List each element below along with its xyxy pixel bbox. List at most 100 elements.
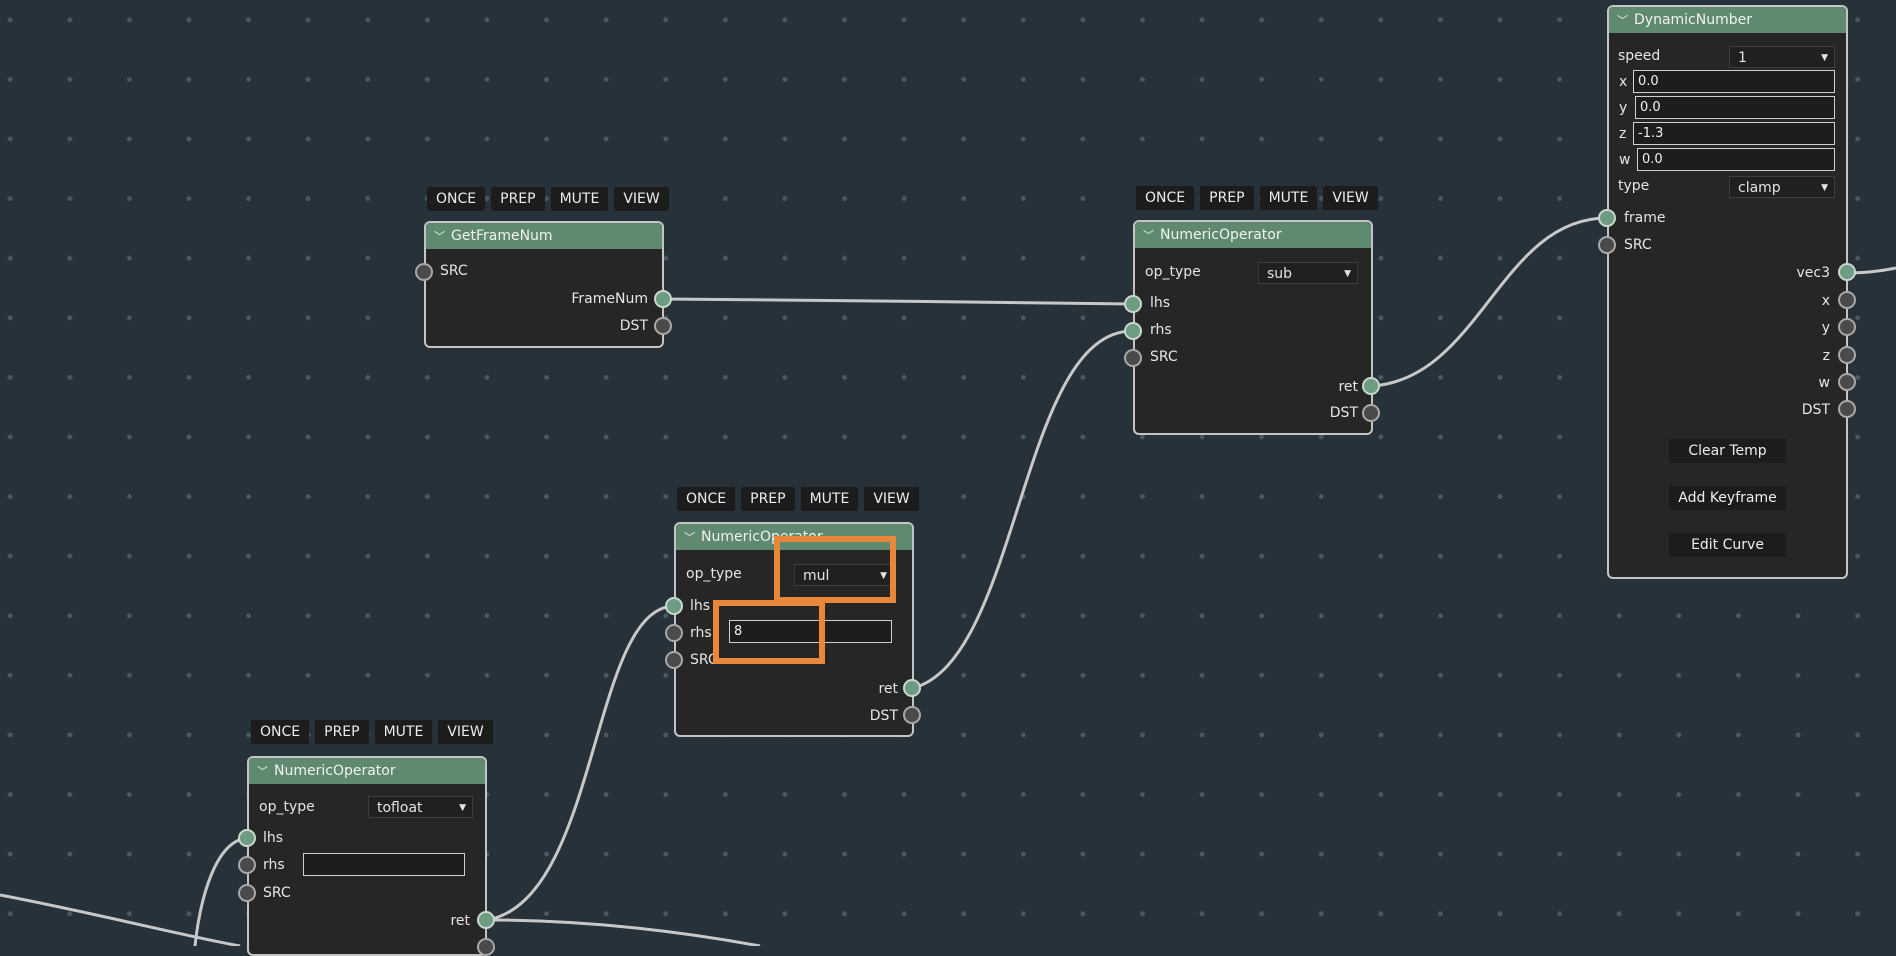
lhs-port[interactable] xyxy=(1124,295,1142,313)
mute-button[interactable]: MUTE xyxy=(1259,186,1318,210)
ret-port[interactable] xyxy=(1362,377,1380,395)
node-header[interactable]: ﹀ NumericOperator xyxy=(1135,222,1371,248)
wire-tofloat-ret-to-mul-lhs xyxy=(486,604,676,922)
src-port[interactable] xyxy=(665,651,683,669)
speed-value: 1 xyxy=(1738,50,1747,66)
lhs-label: lhs xyxy=(1150,295,1171,311)
chevron-down-icon[interactable]: ﹀ xyxy=(1617,8,1628,33)
once-button[interactable]: ONCE xyxy=(677,487,736,511)
prep-button[interactable]: PREP xyxy=(1200,186,1254,210)
clear-temp-button[interactable]: Clear Temp xyxy=(1669,439,1786,463)
once-button[interactable]: ONCE xyxy=(427,187,486,211)
op-type-select[interactable]: tofloat ▼ xyxy=(368,796,473,818)
sub-toolbar: ONCE PREP MUTE VIEW xyxy=(1136,186,1378,210)
speed-label: speed xyxy=(1618,48,1661,64)
dst-label: DST xyxy=(869,708,898,724)
lhs-label: lhs xyxy=(690,598,711,614)
y-input[interactable]: 0.0 xyxy=(1635,96,1835,119)
tofloat-toolbar: ONCE PREP MUTE VIEW xyxy=(251,720,493,744)
dst-port[interactable] xyxy=(477,938,495,956)
op-type-select[interactable]: sub ▼ xyxy=(1258,262,1358,284)
ret-port[interactable] xyxy=(477,911,495,929)
chevron-down-icon[interactable]: ﹀ xyxy=(434,224,445,249)
frame-port[interactable] xyxy=(1598,209,1616,227)
type-label: type xyxy=(1618,178,1650,194)
op-type-label: op_type xyxy=(1145,264,1201,280)
rhs-input[interactable] xyxy=(303,853,465,876)
prep-button[interactable]: PREP xyxy=(491,187,545,211)
y-out-port[interactable] xyxy=(1838,318,1856,336)
op-type-label: op_type xyxy=(259,799,315,815)
ret-port[interactable] xyxy=(903,679,921,697)
op-type-label: op_type xyxy=(686,566,742,582)
frame-label: frame xyxy=(1624,210,1666,226)
lhs-label: lhs xyxy=(263,830,284,846)
w-out-port[interactable] xyxy=(1838,373,1856,391)
view-button[interactable]: VIEW xyxy=(1323,186,1378,210)
y-label: y xyxy=(1619,100,1628,116)
lhs-port[interactable] xyxy=(665,597,683,615)
x-label: x xyxy=(1619,74,1628,90)
chevron-down-icon[interactable]: ﹀ xyxy=(1143,223,1154,248)
dst-port[interactable] xyxy=(903,706,921,724)
add-keyframe-button[interactable]: Add Keyframe xyxy=(1669,486,1786,510)
caret-down-icon: ▼ xyxy=(459,803,466,813)
y-out-label: y xyxy=(1821,320,1830,336)
rhs-label: rhs xyxy=(263,857,285,873)
chevron-down-icon[interactable]: ﹀ xyxy=(257,759,268,784)
once-button[interactable]: ONCE xyxy=(251,720,310,744)
wire-mul-ret-to-sub-rhs xyxy=(912,329,1134,690)
type-select[interactable]: clamp ▼ xyxy=(1729,176,1835,198)
src-port[interactable] xyxy=(415,263,433,281)
ret-label: ret xyxy=(450,913,470,929)
mute-button[interactable]: MUTE xyxy=(800,487,859,511)
src-port[interactable] xyxy=(1124,349,1142,367)
vec3-port[interactable] xyxy=(1838,263,1856,281)
dst-port[interactable] xyxy=(654,317,672,335)
op-type-value: tofloat xyxy=(377,800,423,816)
lhs-port[interactable] xyxy=(238,829,256,847)
prep-button[interactable]: PREP xyxy=(741,487,795,511)
prep-button[interactable]: PREP xyxy=(315,720,369,744)
caret-down-icon: ▼ xyxy=(1821,53,1828,63)
x-out-port[interactable] xyxy=(1838,291,1856,309)
chevron-down-icon[interactable]: ﹀ xyxy=(684,525,695,550)
mul-toolbar: ONCE PREP MUTE VIEW xyxy=(677,487,919,511)
z-label: z xyxy=(1619,126,1627,142)
node-header[interactable]: ﹀ DynamicNumber xyxy=(1609,7,1846,33)
dst-port[interactable] xyxy=(1838,400,1856,418)
dst-label: DST xyxy=(1329,405,1358,421)
ret-label: ret xyxy=(1338,379,1358,395)
mute-button[interactable]: MUTE xyxy=(374,720,433,744)
node-title: NumericOperator xyxy=(274,763,396,779)
z-input[interactable]: -1.3 xyxy=(1633,122,1835,145)
caret-down-icon: ▼ xyxy=(1344,269,1351,279)
dst-port[interactable] xyxy=(1362,404,1380,422)
view-button[interactable]: VIEW xyxy=(864,487,919,511)
w-out-label: w xyxy=(1818,375,1830,391)
rhs-port[interactable] xyxy=(238,856,256,874)
framenum-port[interactable] xyxy=(654,290,672,308)
node-header[interactable]: ﹀ NumericOperator xyxy=(249,758,485,784)
z-out-port[interactable] xyxy=(1838,346,1856,364)
node-header[interactable]: ﹀ GetFrameNum xyxy=(426,223,662,249)
node-title: DynamicNumber xyxy=(1634,12,1752,28)
src-port[interactable] xyxy=(1598,236,1616,254)
rhs-label: rhs xyxy=(690,625,712,641)
view-button[interactable]: VIEW xyxy=(438,720,493,744)
src-label: SRC xyxy=(1624,237,1652,253)
edit-curve-button[interactable]: Edit Curve xyxy=(1669,533,1786,557)
vec3-label: vec3 xyxy=(1796,265,1830,281)
rhs-label: rhs xyxy=(1150,322,1172,338)
rhs-port[interactable] xyxy=(1124,322,1142,340)
rhs-port[interactable] xyxy=(665,624,683,642)
w-input[interactable]: 0.0 xyxy=(1637,148,1835,171)
x-input[interactable]: 0.0 xyxy=(1633,70,1835,93)
caret-down-icon: ▼ xyxy=(1821,183,1828,193)
speed-select[interactable]: 1 ▼ xyxy=(1729,46,1835,68)
mute-button[interactable]: MUTE xyxy=(550,187,609,211)
src-port[interactable] xyxy=(238,884,256,902)
z-out-label: z xyxy=(1822,348,1830,364)
once-button[interactable]: ONCE xyxy=(1136,186,1195,210)
view-button[interactable]: VIEW xyxy=(614,187,669,211)
